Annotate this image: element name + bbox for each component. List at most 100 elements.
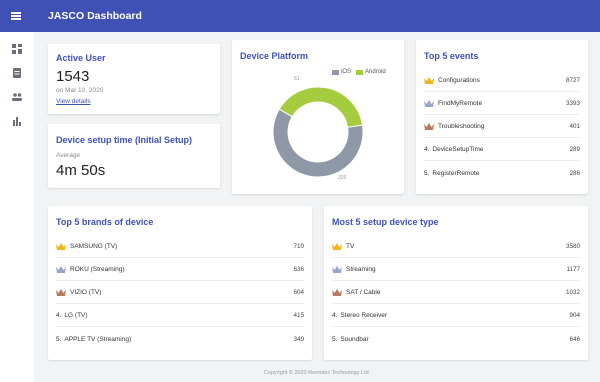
active-user-date: on Mar 10, 2020 xyxy=(56,87,104,94)
device-platform-card: Device Platform iOS Android 61 326 xyxy=(232,40,404,194)
list-item: Configurations 8727 xyxy=(424,70,580,92)
list-item-label: Streaming xyxy=(346,266,376,273)
list-item-label: ROKU (Streaming) xyxy=(70,266,125,273)
view-details-link[interactable]: View details xyxy=(56,98,91,105)
list-item: 5. RegisterRemote 286 xyxy=(424,162,580,184)
list-item-value: 286 xyxy=(569,169,580,177)
app-title: JASCO Dashboard xyxy=(48,10,142,22)
top-events-card: Top 5 events Configurations 8727 FindMyRem… xyxy=(416,40,588,194)
list-item-label-group: Troubleshooting xyxy=(424,123,569,130)
crown-icon xyxy=(56,243,66,250)
list-item-value: 1177 xyxy=(566,266,580,273)
list-item-value: 604 xyxy=(293,289,304,296)
list-item-label: Stereo Receiver xyxy=(340,312,388,319)
list-item: 5. APPLE TV (Streaming) 349 xyxy=(56,328,304,350)
list-item-label-group: ROKU (Streaming) xyxy=(56,266,293,273)
top-brands-card: Top 5 brands of device SAMSUNG (TV) 710 RO… xyxy=(48,206,312,360)
crown-icon xyxy=(56,289,66,296)
list-item-label: Soundbar xyxy=(340,335,369,343)
slice-data-label: 61 xyxy=(294,76,300,82)
list-item-label: Troubleshooting xyxy=(438,123,485,130)
list-item-label-group: SAMSUNG (TV) xyxy=(56,243,293,250)
list-item-value: 710 xyxy=(293,243,304,250)
menu-icon[interactable] xyxy=(0,0,32,32)
top-events-title: Top 5 events xyxy=(424,51,479,61)
crown-icon xyxy=(424,123,434,130)
list-item-label-group: TV xyxy=(332,243,566,250)
list-item-rank: 5. xyxy=(56,335,62,343)
crown-icon xyxy=(332,289,342,296)
list-item-value: 3393 xyxy=(565,100,580,107)
list-item: SAMSUNG (TV) 710 xyxy=(56,236,304,258)
list-item-label: RegisterRemote xyxy=(432,169,480,177)
active-user-card: Active User 1543 on Mar 10, 2020 View de… xyxy=(48,44,220,114)
list-item-rank: 5. xyxy=(424,169,430,177)
list-item: ROKU (Streaming) 636 xyxy=(56,259,304,281)
list-item-label-group: SAT / Cable xyxy=(332,289,566,296)
list-item-label-group: 5. Soundbar xyxy=(332,336,569,343)
crown-icon xyxy=(332,266,342,273)
list-item: SAT / Cable 1032 xyxy=(332,282,580,304)
crown-icon xyxy=(332,243,342,250)
list-item-label-group: 5. APPLE TV (Streaming) xyxy=(56,336,293,343)
list-item-label: LG (TV) xyxy=(64,312,88,319)
list-item-label-group: Streaming xyxy=(332,266,566,273)
setup-time-card: Device setup time (Initial Setup) Averag… xyxy=(48,124,220,188)
list-item-label: DeviceSetupTime xyxy=(432,146,484,153)
list-item-value: 646 xyxy=(569,335,580,343)
list-item-label: Configurations xyxy=(438,77,480,84)
list-item: Streaming 1177 xyxy=(332,259,580,281)
list-item: 4. LG (TV) 415 xyxy=(56,305,304,327)
list-item-label-group: 4. LG (TV) xyxy=(56,312,293,319)
list-item-label: APPLE TV (Streaming) xyxy=(64,335,132,343)
list-item-rank: 5. xyxy=(332,335,338,343)
list-item-label-group: 4. Stereo Receiver xyxy=(332,312,569,319)
pie-slice-android[interactable] xyxy=(278,86,364,128)
list-item-label-group: VIZIO (TV) xyxy=(56,289,293,296)
list-item: TV 3580 xyxy=(332,236,580,258)
list-item-rank: 4. xyxy=(56,312,62,319)
list-item-value: 904 xyxy=(569,312,580,319)
list-item-label-group: FindMyRemote xyxy=(424,100,566,107)
top-app-bar: JASCO Dashboard xyxy=(0,0,600,32)
list-item-label: SAMSUNG (TV) xyxy=(70,243,118,250)
list-item: Troubleshooting 401 xyxy=(424,116,580,138)
list-item-label: FindMyRemote xyxy=(438,100,483,107)
list-item-label: VIZIO (TV) xyxy=(70,289,102,296)
active-user-title: Active User xyxy=(56,53,106,63)
list-item-label: SAT / Cable xyxy=(346,289,381,296)
list-item: 4. Stereo Receiver 904 xyxy=(332,305,580,327)
list-item-value: 415 xyxy=(293,312,304,319)
list-item-value: 3580 xyxy=(565,243,580,250)
list-item-label-group: Configurations xyxy=(424,77,566,84)
list-item-value: 636 xyxy=(293,266,304,273)
bar-chart-icon[interactable] xyxy=(11,114,23,126)
crown-icon xyxy=(424,100,434,107)
device-platform-donut-chart: 61 326 xyxy=(272,76,364,181)
sidebar xyxy=(0,32,34,382)
list-item: VIZIO (TV) 604 xyxy=(56,282,304,304)
list-item: 5. Soundbar 646 xyxy=(332,328,580,350)
top-brands-title: Top 5 brands of device xyxy=(56,217,154,227)
slice-data-label: 326 xyxy=(338,175,347,181)
list-item-label: TV xyxy=(346,243,355,250)
list-item-label-group: 4. DeviceSetupTime xyxy=(424,146,569,153)
footer-copyright: Copyright © 2020 Remotec Technology Ltd. xyxy=(263,370,371,376)
list-item-label-group: 5. RegisterRemote xyxy=(424,170,569,177)
setup-time-label: Average xyxy=(56,152,81,159)
list-item-value: 401 xyxy=(569,123,580,130)
dashboard-icon[interactable] xyxy=(11,42,23,54)
list-item-rank: 4. xyxy=(332,312,338,319)
list-item: FindMyRemote 3393 xyxy=(424,93,580,115)
list-item-rank: 4. xyxy=(424,146,430,153)
list-item: 4. DeviceSetupTime 289 xyxy=(424,139,580,161)
list-item-value: 349 xyxy=(293,335,304,343)
users-icon[interactable] xyxy=(11,90,23,102)
list-item-value: 8727 xyxy=(565,77,580,84)
list-item-value: 289 xyxy=(569,146,580,153)
crown-icon xyxy=(56,266,66,273)
crown-icon xyxy=(424,77,434,84)
active-user-count: 1543 xyxy=(56,68,90,85)
document-icon[interactable] xyxy=(11,66,23,78)
list-item-value: 1032 xyxy=(565,289,580,296)
